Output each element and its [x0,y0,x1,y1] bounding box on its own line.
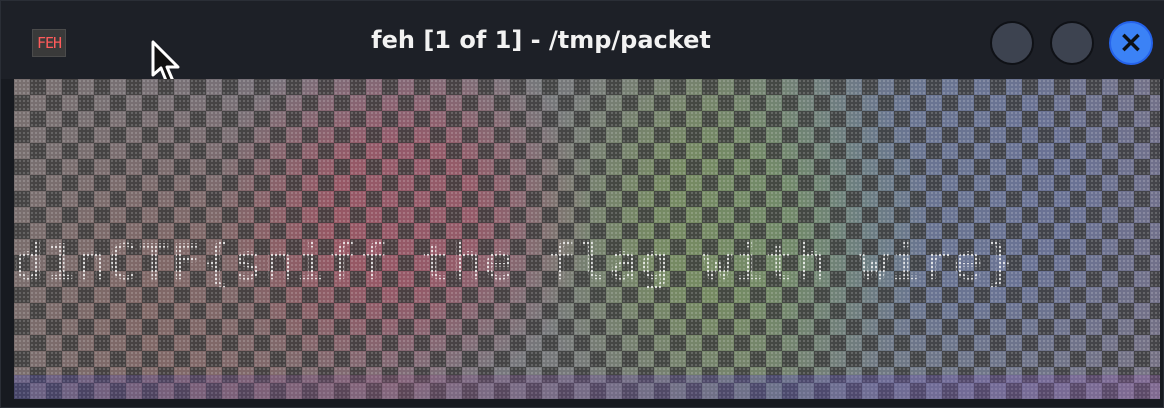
maximize-button[interactable] [1050,21,1094,65]
image-viewer-canvas[interactable]: d1nCTF{sniff_the_flag_with_wire} [14,79,1160,399]
image-text: d1nCTF{sniff_the_flag_with_wire} [14,237,1016,289]
window-title: feh [1 of 1] - /tmp/packet [371,26,711,54]
feh-window: FEH feh [1 of 1] - /tmp/packet × d1nCTF{… [0,0,1164,408]
title-bar[interactable]: FEH feh [1 of 1] - /tmp/packet × [1,1,1164,85]
close-icon: × [1118,25,1144,60]
close-button[interactable]: × [1109,21,1153,65]
feh-app-icon: FEH [32,29,66,57]
minimize-button[interactable] [990,21,1034,65]
